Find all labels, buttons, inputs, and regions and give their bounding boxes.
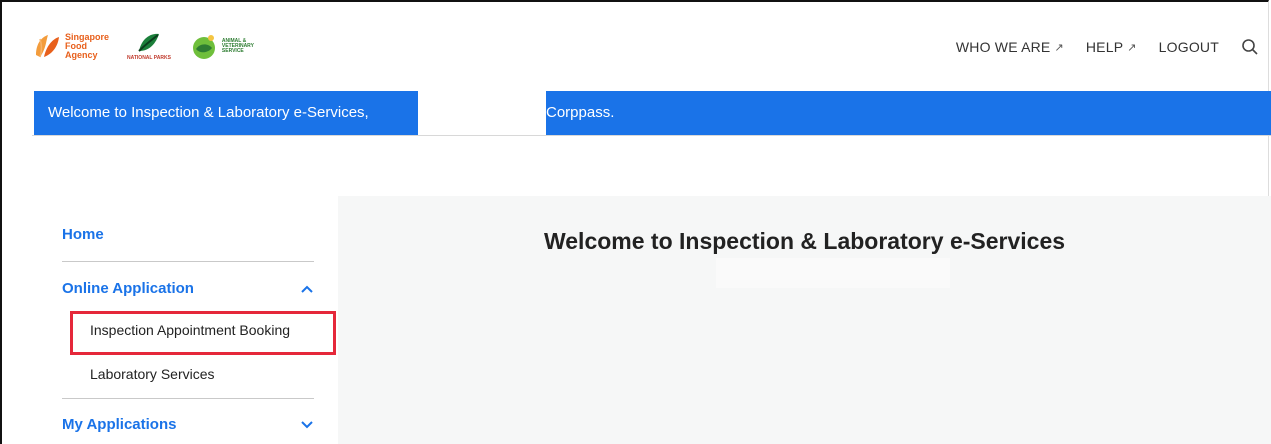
external-link-icon: ↗ bbox=[1054, 41, 1064, 54]
page-title: Welcome to Inspection & Laboratory e-Ser… bbox=[543, 228, 1066, 254]
sidebar-item-label: My Applications bbox=[62, 416, 177, 433]
sidebar-item-label: Online Application bbox=[62, 280, 194, 297]
sidebar-item-home[interactable]: Home bbox=[62, 226, 104, 243]
sfa-logo-line3: Agency bbox=[65, 49, 98, 60]
sfa-leaf-icon bbox=[36, 35, 59, 58]
sidebar-item-my-applications[interactable]: My Applications bbox=[62, 416, 314, 433]
content-placeholder bbox=[716, 258, 950, 288]
nav-help[interactable]: HELP ↗ bbox=[1086, 39, 1137, 55]
agency-logos: Singapore Food Agency NATIONAL PARKS ANI… bbox=[32, 26, 254, 66]
top-nav: WHO WE ARE ↗ HELP ↗ LOGOUT bbox=[956, 38, 1259, 56]
header-divider bbox=[32, 135, 1271, 136]
main-content: Welcome to Inspection & Laboratory e-Ser… bbox=[338, 196, 1271, 444]
search-button[interactable] bbox=[1241, 38, 1259, 56]
chevron-down-icon[interactable] bbox=[300, 418, 314, 432]
nav-logout[interactable]: LOGOUT bbox=[1159, 39, 1219, 55]
avs-logo[interactable]: ANIMAL & VETERINARY SERVICE bbox=[189, 31, 254, 61]
nparks-logo[interactable]: NATIONAL PARKS bbox=[127, 31, 171, 61]
welcome-banner-corppass: Corppass. bbox=[546, 91, 1271, 135]
nav-help-label: HELP bbox=[1085, 39, 1124, 55]
avs-logo-line3: SERVICE bbox=[221, 47, 244, 54]
nparks-logo-text: NATIONAL PARKS bbox=[127, 55, 171, 61]
nav-who-we-are-label: WHO WE ARE bbox=[955, 39, 1051, 55]
nav-who-we-are[interactable]: WHO WE ARE ↗ bbox=[956, 39, 1064, 55]
nparks-leaf-icon bbox=[138, 33, 159, 52]
sidebar-divider bbox=[62, 398, 314, 399]
welcome-banner: Welcome to Inspection & Laboratory e-Ser… bbox=[34, 91, 418, 135]
avs-emblem-icon bbox=[192, 35, 215, 59]
highlight-box bbox=[70, 311, 336, 355]
nav-logout-label: LOGOUT bbox=[1158, 39, 1219, 55]
sidebar-divider bbox=[62, 261, 314, 262]
sidebar-item-online-application[interactable]: Online Application bbox=[62, 280, 314, 297]
sfa-logo[interactable]: Singapore Food Agency bbox=[32, 31, 109, 61]
sidebar-subitem-laboratory-services[interactable]: Laboratory Services bbox=[90, 366, 215, 382]
chevron-up-icon[interactable] bbox=[300, 282, 314, 296]
external-link-icon: ↗ bbox=[1127, 41, 1137, 54]
search-icon bbox=[1242, 39, 1258, 55]
